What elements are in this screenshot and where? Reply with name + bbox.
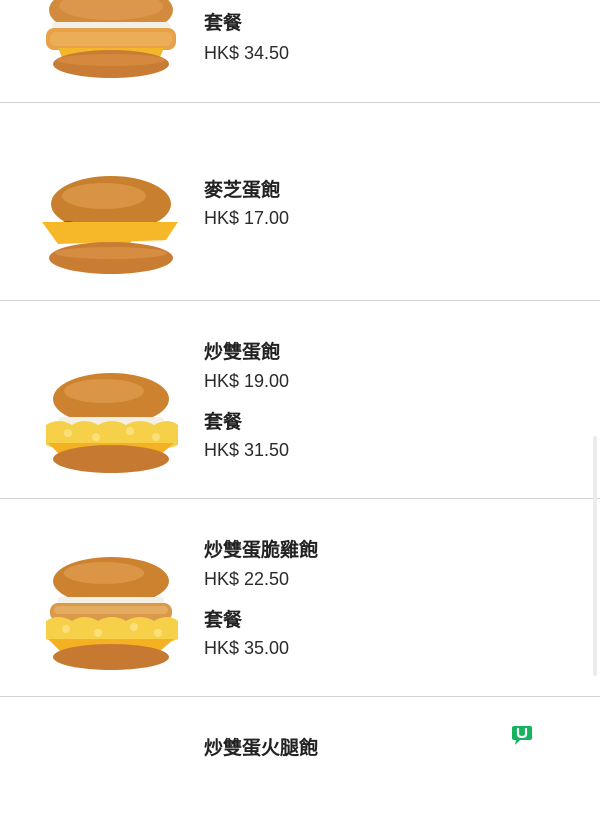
scrollbar[interactable]: [593, 436, 597, 676]
menu-item[interactable]: 炒雙蛋火腿飽: [0, 697, 600, 817]
u-logo-icon: [510, 724, 534, 746]
set-meal-price: HK$ 34.50: [204, 43, 290, 63]
item-name: 炒雙蛋脆雞飽: [204, 539, 319, 561]
scrambled-egg-crispy-chicken-burger-image: [38, 555, 184, 670]
item-name: 麥芝蛋飽: [204, 179, 281, 201]
set-meal-price: HK$ 35.00: [204, 638, 290, 658]
fish-fillet-burger-image: [38, 0, 184, 90]
set-meal-price: HK$ 31.50: [204, 440, 290, 460]
set-meal-label: 套餐: [204, 411, 243, 433]
scrambled-egg-burger-image: [38, 371, 184, 481]
single-price: HK$ 22.50: [204, 569, 290, 589]
menu-item[interactable]: 麥芝蛋飽 HK$ 17.00: [0, 103, 600, 301]
item-name: 炒雙蛋飽: [204, 341, 281, 363]
set-meal-label: 套餐: [204, 12, 243, 34]
menu-item[interactable]: 炒雙蛋脆雞飽 HK$ 22.50 套餐 HK$ 35.00: [0, 499, 600, 697]
set-meal-label: 套餐: [204, 609, 243, 631]
egg-cheese-burger-image: [38, 174, 184, 284]
menu-item[interactable]: 套餐 HK$ 34.50: [0, 0, 600, 103]
single-price: HK$ 17.00: [204, 208, 290, 228]
menu-item[interactable]: 炒雙蛋飽 HK$ 19.00 套餐 HK$ 31.50: [0, 301, 600, 499]
item-name: 炒雙蛋火腿飽: [204, 737, 319, 759]
single-price: HK$ 19.00: [204, 371, 290, 391]
